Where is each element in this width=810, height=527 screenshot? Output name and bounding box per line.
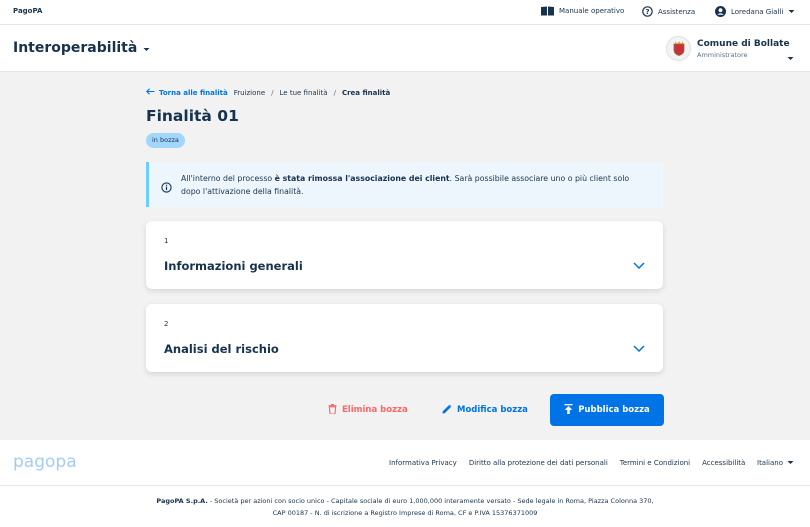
- breadcrumb-separator: /: [333, 88, 336, 97]
- legal-line-1: - Società per azioni con socio unico - C…: [207, 497, 654, 505]
- product-name: Interoperabilità: [13, 40, 138, 56]
- step-title: Informazioni generali: [164, 259, 303, 273]
- data-protection-link[interactable]: Diritto alla protezione dei dati persona…: [469, 459, 608, 467]
- legal-line-2: CAP 00187 - N. di iscrizione a Registro …: [272, 509, 538, 517]
- breadcrumb-item[interactable]: Fruizione: [234, 89, 265, 97]
- breadcrumb: Torna alle finalità Fruizione / Le tue f…: [146, 88, 390, 97]
- back-link-label: Torna alle finalità: [159, 88, 228, 97]
- alert-text: All'interno del processo è stata rimossa…: [181, 174, 630, 196]
- logo-text: pagopa: [13, 452, 77, 472]
- step-number: 1: [164, 237, 169, 245]
- help-icon: ?: [642, 6, 653, 17]
- publish-draft-label: Pubblica bozza: [578, 405, 650, 415]
- step-number: 2: [164, 320, 169, 328]
- footer-top: pagopa Informativa Privacy Diritto alla …: [0, 440, 810, 486]
- svg-text:?: ?: [645, 8, 649, 16]
- legal-notice: PagoPA S.p.A. - Società per azioni con s…: [0, 495, 810, 519]
- language-label: Italiano: [757, 459, 783, 467]
- edit-draft-button[interactable]: Modifica bozza: [442, 394, 528, 426]
- info-icon: [161, 178, 172, 197]
- terms-link[interactable]: Termini e Condizioni: [620, 459, 690, 467]
- book-icon: [541, 6, 554, 16]
- account-icon: [715, 6, 726, 17]
- top-bar: PagoPA Manuale operativo ? Assistenza Lo…: [0, 0, 810, 25]
- step-title: Analisi del rischio: [164, 342, 279, 356]
- user-menu[interactable]: Loredana Gialli: [715, 6, 795, 17]
- publish-icon: [564, 403, 573, 417]
- accessibility-link[interactable]: Accessibilità: [702, 459, 745, 467]
- caret-down-icon: [143, 40, 150, 56]
- caret-down-icon: [788, 9, 795, 14]
- privacy-link[interactable]: Informativa Privacy: [389, 459, 457, 467]
- legal-company: PagoPA S.p.A.: [156, 497, 208, 505]
- back-link[interactable]: Torna alle finalità: [146, 88, 228, 97]
- product-header: Interoperabilità Comune di Bollate Ammin…: [0, 26, 810, 72]
- page-title: Finalità 01: [146, 107, 239, 125]
- breadcrumb-current: Crea finalità: [341, 88, 391, 97]
- breadcrumb-item[interactable]: Le tue finalità: [280, 89, 328, 97]
- info-alert: All'interno del processo è stata rimossa…: [146, 162, 663, 207]
- caret-down-icon[interactable]: [787, 46, 794, 65]
- caret-down-icon: [787, 459, 794, 467]
- language-selector[interactable]: Italiano: [757, 459, 794, 467]
- pagopa-brand[interactable]: PagoPA: [13, 7, 42, 15]
- party-name: Comune di Bollate: [697, 38, 790, 49]
- status-badge: in bozza: [146, 133, 185, 148]
- publish-draft-button[interactable]: Pubblica bozza: [550, 394, 664, 426]
- manual-label: Manuale operativo: [559, 7, 625, 15]
- accordion-risk-analysis[interactable]: 2 Analisi del rischio: [146, 304, 663, 372]
- product-switcher[interactable]: Interoperabilità: [13, 40, 150, 56]
- party-switcher[interactable]: Comune di Bollate Amministratore: [666, 36, 790, 61]
- municipality-crest-icon: [666, 36, 691, 61]
- pencil-icon: [442, 404, 452, 417]
- support-link[interactable]: ? Assistenza: [642, 6, 695, 17]
- breadcrumb-separator: /: [271, 88, 274, 97]
- chevron-down-icon[interactable]: [633, 337, 645, 356]
- manual-link[interactable]: Manuale operativo: [541, 6, 624, 16]
- pagopa-logo[interactable]: pagopa: [13, 452, 79, 476]
- delete-draft-label: Elimina bozza: [342, 405, 408, 415]
- trash-icon: [328, 403, 337, 417]
- delete-draft-button[interactable]: Elimina bozza: [328, 394, 408, 426]
- edit-draft-label: Modifica bozza: [457, 405, 528, 415]
- chevron-down-icon[interactable]: [633, 254, 645, 273]
- arrow-left-icon: [146, 88, 155, 97]
- accordion-general-info[interactable]: 1 Informazioni generali: [146, 221, 663, 289]
- support-label: Assistenza: [658, 7, 696, 16]
- footer: pagopa Informativa Privacy Diritto alla …: [0, 440, 810, 527]
- party-role: Amministratore: [697, 50, 748, 59]
- footer-links: Informativa Privacy Diritto alla protezi…: [389, 459, 745, 467]
- user-name: Loredana Gialli: [731, 7, 784, 16]
